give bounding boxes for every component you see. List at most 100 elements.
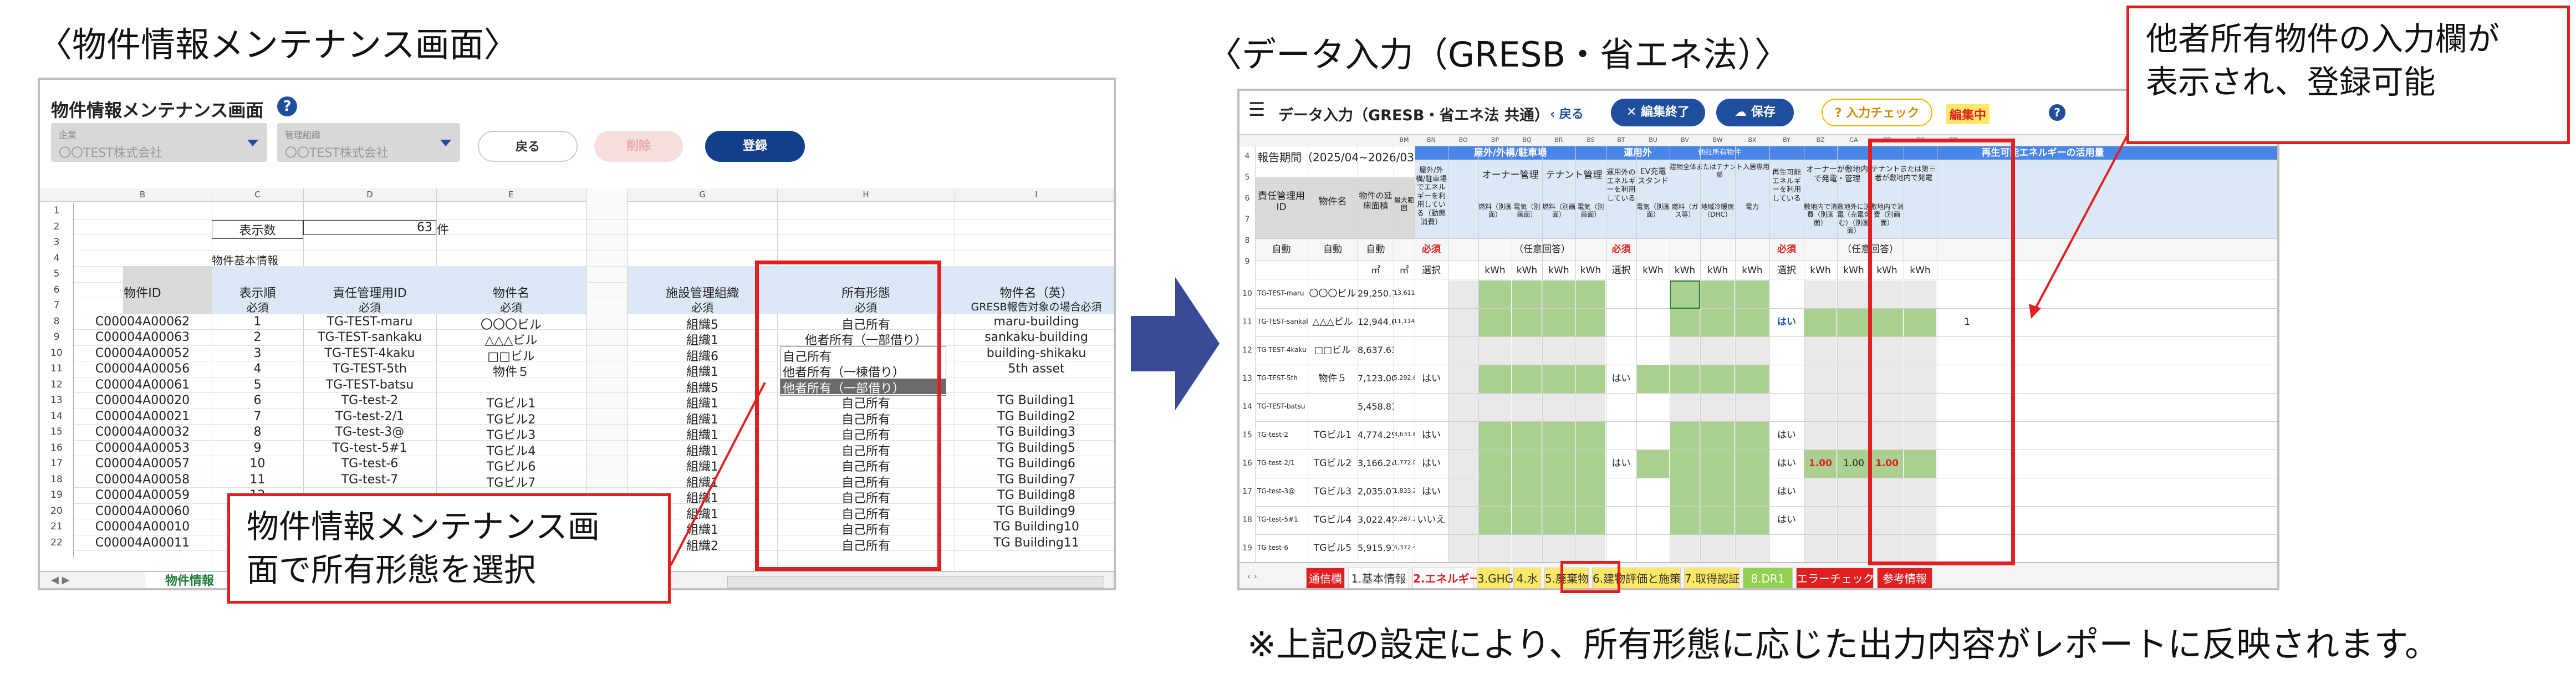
sheet-tab[interactable]: 4.水: [1513, 568, 1541, 588]
input-cell[interactable]: [1512, 280, 1542, 308]
input-cell[interactable]: [1542, 450, 1575, 478]
row-renew-select[interactable]: はい: [1769, 430, 1804, 441]
input-cell[interactable]: [1512, 422, 1542, 450]
help-icon[interactable]: ?: [277, 96, 297, 116]
value-cell[interactable]: 1.00: [1837, 458, 1870, 469]
input-cell[interactable]: [1700, 478, 1735, 506]
input-cell[interactable]: [1670, 478, 1700, 506]
input-cell[interactable]: [1512, 507, 1542, 534]
row-floor-area: 7,123.00: [1358, 373, 1394, 384]
row-outdoor-select[interactable]: はい: [1415, 458, 1448, 469]
input-cell[interactable]: [1735, 422, 1769, 450]
input-cell[interactable]: [1542, 478, 1575, 506]
row-outdoor-select[interactable]: はい: [1415, 486, 1448, 497]
input-cell[interactable]: [1636, 450, 1669, 478]
input-cell[interactable]: [1512, 309, 1542, 336]
input-cell[interactable]: [1804, 309, 1837, 336]
value-cell[interactable]: 1.00: [1804, 458, 1837, 469]
input-cell[interactable]: [1575, 280, 1605, 308]
input-cell[interactable]: [1542, 309, 1575, 336]
row-name: TGビル2: [1313, 458, 1352, 469]
row-renew-select[interactable]: はい: [1769, 514, 1804, 525]
save-button[interactable]: ☁ 保存: [1716, 99, 1794, 126]
input-cell[interactable]: [1837, 309, 1870, 336]
row-ops-select[interactable]: はい: [1606, 373, 1636, 384]
input-cell[interactable]: [1478, 422, 1511, 450]
row-number: 15: [50, 426, 63, 437]
row-renew-select[interactable]: はい: [1769, 486, 1804, 497]
tab-nav-icon[interactable]: ‹ ›: [1247, 571, 1257, 581]
back-link[interactable]: ‹ 戻る: [1550, 104, 1584, 122]
sheet-tab[interactable]: 通信欄: [1306, 568, 1345, 588]
input-cell[interactable]: [1478, 450, 1511, 478]
row-max-area: 11,114.30: [1394, 318, 1415, 325]
help-icon[interactable]: ?: [2049, 104, 2065, 121]
input-cell[interactable]: [1735, 309, 1769, 336]
input-cell[interactable]: [1700, 507, 1735, 534]
input-cell[interactable]: [1735, 478, 1769, 506]
company-select[interactable]: 企業 〇〇TEST株式会社: [51, 123, 267, 162]
sheet-tab[interactable]: 1.基本情報: [1348, 568, 1409, 588]
input-cell[interactable]: [1512, 450, 1542, 478]
input-cell[interactable]: [1575, 507, 1605, 534]
back-button[interactable]: 戻る: [478, 131, 578, 162]
row-renew-select[interactable]: はい: [1769, 316, 1804, 328]
row-outdoor-select[interactable]: はい: [1415, 430, 1448, 441]
sheet-tab[interactable]: 参考情報: [1877, 568, 1932, 588]
right-callout: 他者所有物件の入力欄が 表示され、登録可能: [2126, 6, 2570, 144]
tab-nav-icon[interactable]: ◀ ▶: [51, 574, 69, 586]
input-cell[interactable]: [1478, 478, 1511, 506]
input-cell[interactable]: [1478, 507, 1511, 534]
input-cell[interactable]: [1735, 280, 1769, 308]
input-cell[interactable]: [1542, 280, 1575, 308]
input-cell[interactable]: [1478, 309, 1511, 336]
input-cell[interactable]: [1575, 450, 1605, 478]
delete-button[interactable]: 削除: [594, 131, 683, 162]
input-cell[interactable]: [1700, 365, 1735, 393]
input-cell[interactable]: [1636, 365, 1669, 393]
input-cell[interactable]: [1575, 365, 1605, 393]
input-cell[interactable]: [1670, 365, 1700, 393]
menu-icon[interactable]: ☰: [1248, 99, 1265, 121]
org-select[interactable]: 管理組織 〇〇TEST株式会社: [277, 123, 460, 162]
input-cell[interactable]: [1542, 422, 1575, 450]
input-cell[interactable]: [1478, 365, 1511, 393]
input-cell[interactable]: [1735, 450, 1769, 478]
sheet-tab[interactable]: 2.エネルギー: [1412, 568, 1481, 588]
input-cell[interactable]: [1735, 365, 1769, 393]
tab-property-info[interactable]: 物件情報: [145, 572, 234, 588]
row-name: TGビル4: [1313, 514, 1352, 525]
row-ops-select[interactable]: はい: [1606, 458, 1636, 469]
input-cell[interactable]: [1670, 450, 1700, 478]
sheet-tab[interactable]: エラーチェック: [1796, 568, 1874, 588]
horizontal-scrollbar[interactable]: [727, 576, 1104, 588]
input-cell[interactable]: [1670, 309, 1700, 336]
input-cell[interactable]: [1670, 422, 1700, 450]
input-cell[interactable]: [1575, 478, 1605, 506]
input-cell[interactable]: [1700, 422, 1735, 450]
edit-end-button[interactable]: ✕ 編集終了: [1611, 99, 1705, 126]
sheet-tab[interactable]: 3.GHG: [1477, 568, 1513, 588]
input-cell[interactable]: [1542, 365, 1575, 393]
input-cell[interactable]: [1478, 280, 1511, 308]
input-cell[interactable]: [1735, 507, 1769, 534]
row-outdoor-select[interactable]: いいえ: [1415, 514, 1448, 525]
input-cell[interactable]: [1575, 309, 1605, 336]
row-number: 5: [53, 268, 60, 279]
input-cell[interactable]: [1700, 309, 1735, 336]
input-check-button[interactable]: ? 入力チェック: [1822, 99, 1932, 126]
sheet-tab[interactable]: 8.DR1: [1743, 568, 1793, 588]
row-outdoor-select[interactable]: はい: [1415, 373, 1448, 384]
sheet-tab[interactable]: 7.取得認証: [1684, 568, 1740, 588]
input-cell[interactable]: [1542, 507, 1575, 534]
row-number: 2: [53, 221, 60, 232]
input-cell[interactable]: [1700, 280, 1735, 308]
register-button[interactable]: 登録: [705, 131, 805, 162]
selected-cell[interactable]: [1670, 280, 1700, 309]
input-cell[interactable]: [1512, 478, 1542, 506]
row-renew-select[interactable]: はい: [1769, 458, 1804, 469]
input-cell[interactable]: [1670, 507, 1700, 534]
input-cell[interactable]: [1575, 422, 1605, 450]
input-cell[interactable]: [1700, 450, 1735, 478]
input-cell[interactable]: [1512, 365, 1542, 393]
